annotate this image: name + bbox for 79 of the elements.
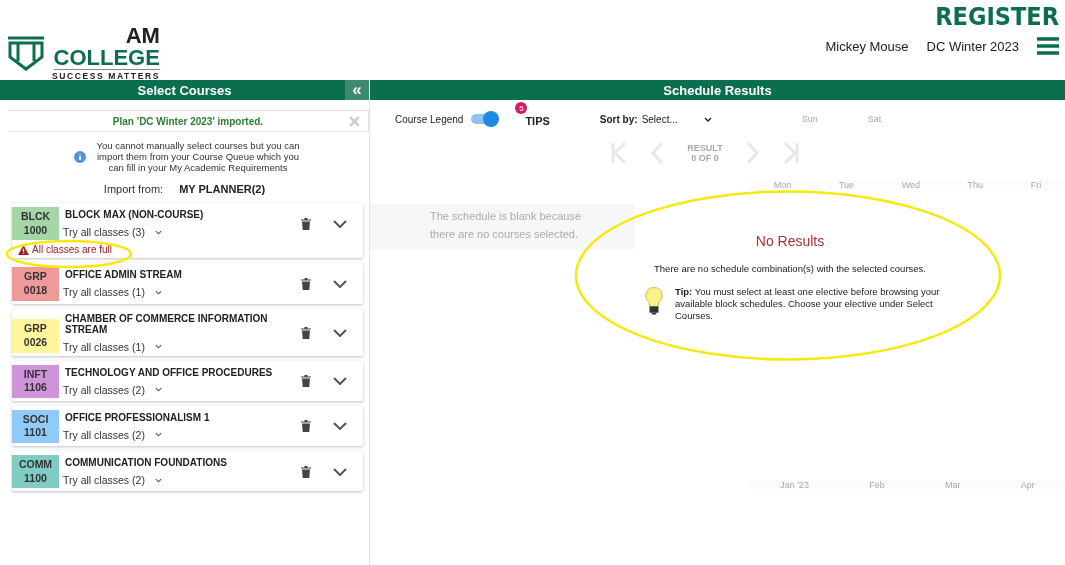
day-header: Thu bbox=[967, 180, 984, 190]
course-code: GRP 0026 bbox=[12, 319, 59, 353]
course-code: INFT 1106 bbox=[12, 364, 59, 398]
sort-dropdown[interactable]: Select... bbox=[641, 113, 732, 125]
course-code: GRP 0018 bbox=[12, 267, 59, 301]
logo-text: AM bbox=[125, 24, 160, 47]
course-title: CHAMBER OF COMMERCE INFORMATION STREAM bbox=[64, 312, 269, 335]
import-source[interactable]: MY PLANNER(2) bbox=[179, 183, 266, 195]
info-message: You cannot manually select courses but you can import them from your Course Queue which you can fill in your My Academic Requirements bbox=[95, 140, 301, 173]
trash-icon[interactable] bbox=[301, 277, 311, 290]
course-title: OFFICE PROFESSIONALISM 1 bbox=[64, 412, 211, 423]
day-header: Wed bbox=[901, 180, 920, 190]
import-label: Import from: bbox=[103, 183, 164, 195]
tips-count-badge: 5 bbox=[515, 102, 528, 114]
classes-dropdown[interactable]: Try all classes (2) bbox=[63, 429, 301, 441]
panel-title: Schedule Results bbox=[663, 82, 772, 98]
course-code: BLCK 1000 bbox=[12, 207, 59, 241]
trash-icon[interactable] bbox=[301, 375, 311, 388]
classes-dropdown[interactable]: Try all classes (3) bbox=[63, 226, 301, 239]
chevron-down-icon[interactable] bbox=[333, 377, 347, 386]
result-label: RESULT bbox=[687, 143, 723, 153]
course-code: SOCI 1101 bbox=[12, 409, 59, 444]
logo-tagline: SUCCESS MATTERS bbox=[52, 71, 160, 80]
chevron-down-icon[interactable] bbox=[333, 219, 347, 228]
chevron-down-icon[interactable] bbox=[333, 328, 347, 337]
legend-label: Course Legend bbox=[395, 113, 464, 125]
classes-dropdown[interactable]: Try all classes (1) bbox=[63, 286, 301, 299]
day-header: Tue bbox=[838, 180, 855, 190]
warning-message: All classes are full bbox=[32, 244, 113, 256]
menu-icon[interactable] bbox=[1037, 37, 1059, 55]
caret-icon bbox=[154, 289, 162, 295]
term-name[interactable]: DC Winter 2023 bbox=[926, 38, 1019, 54]
range-end: Sat bbox=[867, 114, 882, 124]
trash-icon[interactable] bbox=[301, 465, 311, 478]
lightbulb-icon bbox=[645, 286, 663, 316]
trash-icon[interactable] bbox=[301, 326, 311, 339]
chevron-down-icon[interactable] bbox=[333, 422, 347, 431]
chevron-down-icon[interactable] bbox=[333, 467, 347, 476]
course-title: BLOCK MAX (NON-COURSE) bbox=[64, 209, 205, 221]
legend-toggle[interactable] bbox=[471, 114, 498, 124]
range-start: Sun bbox=[801, 114, 818, 124]
course-title: OFFICE ADMIN STREAM bbox=[64, 269, 183, 281]
classes-dropdown[interactable]: Try all classes (2) bbox=[63, 474, 301, 487]
course-title: TECHNOLOGY AND OFFICE PROCEDURES bbox=[64, 366, 274, 378]
shield-logo-icon bbox=[6, 36, 46, 72]
user-name[interactable]: Mickey Mouse bbox=[825, 38, 909, 54]
day-header: Fri bbox=[1030, 180, 1042, 190]
import-notice: Plan 'DC Winter 2023' imported. bbox=[112, 115, 264, 127]
caret-icon bbox=[154, 477, 162, 483]
month-header: Mar bbox=[945, 480, 961, 490]
caret-icon bbox=[154, 229, 162, 235]
caret-icon bbox=[154, 344, 162, 350]
chevron-down-icon[interactable] bbox=[333, 279, 347, 288]
day-header: Mon bbox=[773, 180, 792, 190]
panel-title: Select Courses bbox=[137, 82, 232, 98]
warning-icon bbox=[18, 244, 29, 255]
collapse-button[interactable]: « bbox=[345, 80, 369, 100]
dialog-message: There are no schedule combination(s) with the selected courses. bbox=[654, 263, 926, 274]
tip-message: Tip: You must select at least one elective before browsing your available block schedules. Choose your elective under Select Courses. bbox=[675, 286, 941, 322]
month-header: Jan '23 bbox=[780, 480, 809, 490]
blank-schedule-message: The schedule is blank because there are no courses selected. bbox=[430, 209, 583, 242]
caret-icon bbox=[703, 116, 712, 122]
caret-icon bbox=[154, 432, 162, 438]
dialog-title: No Results bbox=[755, 233, 825, 249]
month-header: Feb bbox=[869, 480, 885, 490]
caret-icon bbox=[154, 387, 162, 393]
sort-label: Sort by: bbox=[599, 113, 638, 125]
month-header: Apr bbox=[1020, 480, 1035, 490]
tips-button[interactable]: TIPS bbox=[525, 115, 550, 127]
trash-icon[interactable] bbox=[301, 420, 311, 433]
register-title: REGISTER bbox=[935, 2, 1059, 31]
course-title: COMMUNICATION FOUNDATIONS bbox=[64, 457, 228, 469]
classes-dropdown[interactable]: Try all classes (2) bbox=[63, 383, 301, 396]
classes-dropdown[interactable]: Try all classes (1) bbox=[63, 340, 301, 353]
result-count: 0 OF 0 bbox=[691, 153, 719, 163]
logo-name: COLLEGE bbox=[53, 46, 160, 70]
course-code: COMM 1100 bbox=[12, 455, 59, 489]
trash-icon[interactable] bbox=[301, 217, 311, 230]
info-icon bbox=[73, 150, 86, 163]
